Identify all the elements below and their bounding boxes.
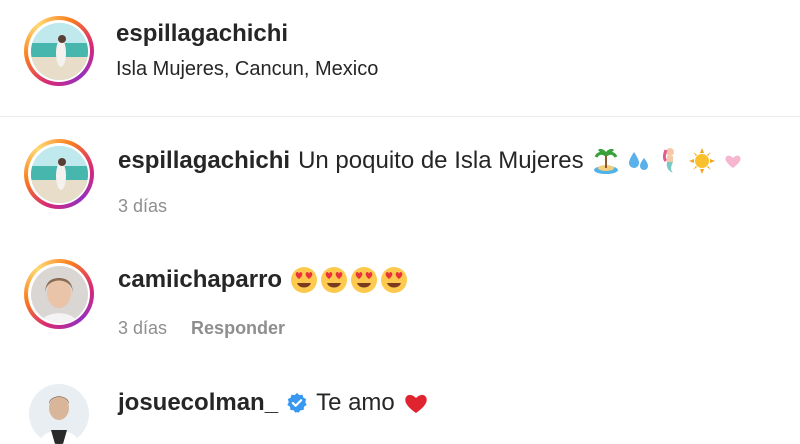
heart-eyes-emoji <box>321 267 348 293</box>
heart-eyes-emoji <box>351 267 378 293</box>
comment-avatar-espillagachichi[interactable] <box>24 139 94 209</box>
comment-avatar-camiichaparro[interactable] <box>24 259 94 329</box>
reply-button[interactable]: Responder <box>191 318 285 339</box>
comment-1-username[interactable]: espillagachichi <box>118 147 290 175</box>
header-avatar[interactable] <box>24 16 94 86</box>
comment-2-username[interactable]: camiichaparro <box>118 266 282 294</box>
comment-3: josuecolman_ Te amo <box>118 389 429 417</box>
beach-photo-icon <box>30 145 88 203</box>
comment-2-meta: 3 días Responder <box>118 318 285 339</box>
header-location[interactable]: Isla Mujeres, Cancun, Mexico <box>116 58 378 81</box>
heart-eyes-emoji <box>381 267 408 293</box>
comment-1-text: Un poquito de Isla Mujeres <box>298 147 584 174</box>
heart-eyes-emoji <box>291 267 318 293</box>
comment-2-time: 3 días <box>118 318 168 338</box>
comment-3-username[interactable]: josuecolman_ <box>118 389 278 417</box>
comment-1-meta: 3 días <box>118 196 167 217</box>
header-username[interactable]: espillagachichi <box>116 20 288 48</box>
sun-emoji <box>688 148 715 174</box>
island-emoji <box>593 149 618 174</box>
red-heart-emoji <box>405 394 427 413</box>
comment-3-text: Te amo <box>316 389 395 416</box>
comment-2-emojis <box>290 266 408 294</box>
beach-photo-icon <box>30 22 88 80</box>
comment-1-emojis <box>592 147 744 175</box>
portrait-photo-icon <box>29 384 89 444</box>
comment-1: espillagachichi Un poquito de Isla Mujer… <box>118 147 744 175</box>
comment-1-time: 3 días <box>118 196 168 216</box>
portrait-photo-icon <box>30 265 88 323</box>
comment-avatar-josuecolman[interactable] <box>29 384 89 444</box>
droplets-emoji <box>628 152 648 170</box>
post-header: espillagachichi Isla Mujeres, Cancun, Me… <box>0 0 800 117</box>
pink-heart-emoji <box>725 155 741 168</box>
mermaid-emoji <box>662 148 674 173</box>
comment-2: camiichaparro <box>118 266 408 294</box>
verified-badge-icon <box>287 392 307 413</box>
